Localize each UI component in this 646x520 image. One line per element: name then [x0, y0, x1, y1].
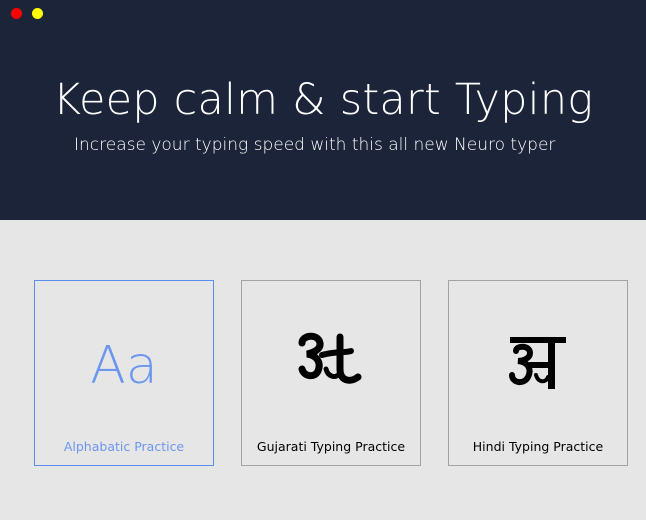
latin-aa-icon: Aa — [90, 336, 158, 396]
page-subtitle: Increase your typing speed with this all… — [74, 135, 556, 155]
header-banner: Keep calm & start Typing Increase your t… — [0, 0, 646, 220]
minimize-window-button[interactable] — [32, 8, 43, 19]
alphabatic-practice-card[interactable]: Aa Alphabatic Practice — [34, 280, 214, 466]
hindi-practice-card[interactable]: Hindi Typing Practice — [448, 280, 628, 466]
gujarati-a-icon — [242, 331, 420, 425]
devanagari-a-icon — [449, 331, 627, 425]
close-window-button[interactable] — [11, 8, 22, 19]
gujarati-practice-card[interactable]: Gujarati Typing Practice — [241, 280, 421, 466]
alphabatic-practice-label: Alphabatic Practice — [63, 439, 185, 454]
page-title: Keep calm & start Typing — [52, 75, 594, 125]
hindi-practice-label: Hindi Typing Practice — [472, 439, 604, 454]
gujarati-practice-label: Gujarati Typing Practice — [256, 439, 406, 454]
